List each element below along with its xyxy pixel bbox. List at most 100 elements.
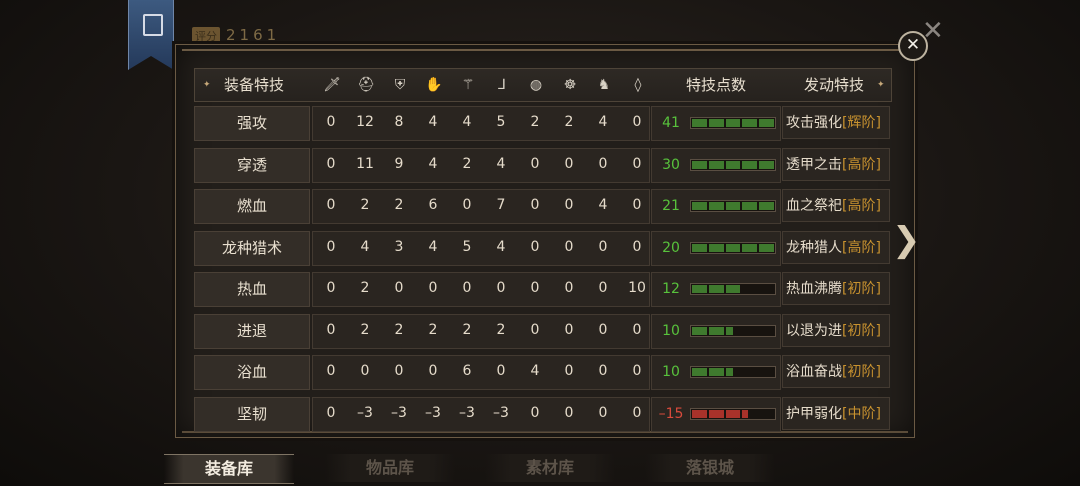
guild-banner[interactable] [128, 0, 174, 70]
slot-value: 2 [360, 197, 370, 213]
bar-segment [742, 409, 748, 418]
slot-value: 4 [428, 155, 438, 172]
skill-row[interactable]: 强攻 0 12 8 4 4 5 2 2 4 0 41 攻击强化[辉阶] [194, 106, 890, 141]
bar-segment [725, 285, 741, 293]
bar-segment [692, 409, 707, 418]
bar-segment [742, 243, 758, 252]
slot-value: 2 [462, 321, 472, 338]
slot-value: 6 [428, 197, 438, 213]
slot-value: 2 [462, 155, 472, 172]
skill-points: 20 [662, 239, 680, 256]
bar-segment [692, 326, 707, 335]
talisman-icon: ◍ [529, 77, 543, 93]
skill-points-cell: 10 [651, 313, 781, 349]
tab-luoyin[interactable]: 落银城 [645, 454, 775, 482]
slot-value: 10 [628, 280, 646, 296]
slot-value: 2 [428, 321, 438, 338]
slot-value: 0 [530, 197, 540, 213]
bar-segment [725, 160, 741, 169]
slot-value: 0 [394, 363, 404, 379]
slot-value: 2 [394, 321, 404, 338]
bar-segment [725, 243, 741, 252]
bar-segment [708, 243, 724, 252]
panel-top-border [182, 49, 908, 51]
slot-value: 2 [496, 321, 506, 338]
activated-skill[interactable]: 龙种猎人[高阶] [782, 230, 890, 264]
next-page-arrow-icon[interactable]: ❯ [892, 222, 921, 258]
skill-row[interactable]: 穿透 0 11 9 4 2 4 0 0 0 0 30 透甲之击[高阶] [194, 147, 890, 183]
belt-icon: ⚚ [461, 77, 475, 93]
activated-skill[interactable]: 护甲弱化[中阶] [782, 396, 890, 430]
slot-value: 0 [394, 280, 404, 296]
bar-segment [708, 285, 724, 293]
slot-value: 0 [564, 155, 574, 172]
slot-value: –3 [459, 404, 475, 421]
skill-name: 进退 [194, 313, 310, 349]
slot-value: 0 [326, 363, 336, 379]
bar-segment [725, 326, 733, 335]
skill-points: 41 [662, 115, 680, 131]
header-skill-name: 装备特技 [223, 76, 284, 94]
bar-segment [692, 368, 707, 376]
activated-skill-name: 护甲弱化 [786, 405, 842, 422]
activated-skill-tier: [初阶] [842, 364, 881, 380]
slot-value: 4 [428, 238, 438, 255]
score-label: 评分 [192, 27, 220, 45]
activated-skill[interactable]: 以退为进[初阶] [782, 313, 890, 347]
slot-value: 0 [564, 280, 574, 296]
pet-icon: ♞ [597, 77, 611, 93]
slot-value: 4 [598, 197, 608, 213]
slot-value: 4 [496, 155, 506, 172]
bar-segment [759, 160, 774, 169]
slot-value: 0 [632, 238, 642, 255]
activated-skill-name: 血之祭祀 [786, 198, 842, 214]
skill-row[interactable]: 进退 0 2 2 2 2 2 0 0 0 0 10 以退为进[初阶] [194, 313, 890, 349]
bar-segment [759, 243, 774, 252]
skill-points-bar [690, 158, 776, 171]
slot-value: 4 [530, 363, 540, 379]
tab-materials[interactable]: 素材库 [485, 454, 615, 482]
activated-skill-name: 攻击强化 [786, 115, 842, 131]
skill-points-bar [690, 407, 776, 420]
slot-value: 0 [564, 321, 574, 338]
activated-skill[interactable]: 攻击强化[辉阶] [782, 106, 890, 139]
skill-points-bar [690, 366, 776, 378]
activated-skill[interactable]: 血之祭祀[高阶] [782, 189, 890, 222]
slot-value: 0 [530, 155, 540, 172]
slot-value: 0 [326, 155, 336, 172]
skill-name: 坚韧 [194, 396, 310, 432]
slot-value: 0 [326, 114, 336, 130]
slot-value: 0 [326, 238, 336, 255]
activated-skill[interactable]: 透甲之击[高阶] [782, 147, 890, 181]
slot-value: 2 [360, 280, 370, 296]
decoration-icon: ☸ [563, 77, 577, 93]
slot-value: 2 [564, 114, 574, 130]
tab-items[interactable]: 物品库 [325, 454, 455, 482]
bar-segment [708, 409, 724, 418]
slot-value: 0 [598, 404, 608, 421]
skill-row[interactable]: 龙种猎术 0 4 3 4 5 4 0 0 0 0 20 龙种猎人[高阶] [194, 230, 890, 266]
banner-emblem-icon [143, 14, 163, 36]
score-display: 评分 2161 [192, 26, 280, 45]
slot-value: 0 [598, 280, 608, 296]
skill-row[interactable]: 热血 0 2 0 0 0 0 0 0 0 10 12 热血沸腾[初阶] [194, 272, 890, 307]
table-header: ✦ 装备特技 🗡 ⛑ ⛨ ✋ ⚚ ⅃ ◍ ☸ ♞ ◊ 特技点数 发动特技 ✦ [194, 68, 892, 102]
activated-skill[interactable]: 浴血奋战[初阶] [782, 355, 890, 388]
slot-value: 0 [530, 280, 540, 296]
skill-points: –15 [658, 405, 684, 422]
armor-icon: ⛨ [394, 77, 406, 93]
activated-skill-tier: [中阶] [842, 405, 881, 422]
boots-icon: ⅃ [498, 77, 506, 93]
slot-value: 0 [632, 114, 642, 130]
close-button[interactable]: ✕ [898, 31, 928, 61]
activated-skill[interactable]: 热血沸腾[初阶] [782, 272, 890, 305]
skill-name: 热血 [194, 272, 310, 307]
bar-segment [692, 202, 707, 210]
slot-value: 4 [462, 114, 472, 130]
skill-row[interactable]: 坚韧 0 –3 –3 –3 –3 –3 0 0 0 0 –15 护甲弱化[中阶] [194, 396, 890, 432]
slot-value: –3 [493, 404, 509, 421]
slot-value: –3 [357, 404, 373, 421]
tab-equipment[interactable]: 装备库 [164, 454, 294, 484]
skill-row[interactable]: 燃血 0 2 2 6 0 7 0 0 4 0 21 血之祭祀[高阶] [194, 189, 890, 224]
skill-row[interactable]: 浴血 0 0 0 0 6 0 4 0 0 0 10 浴血奋战[初阶] [194, 355, 890, 390]
